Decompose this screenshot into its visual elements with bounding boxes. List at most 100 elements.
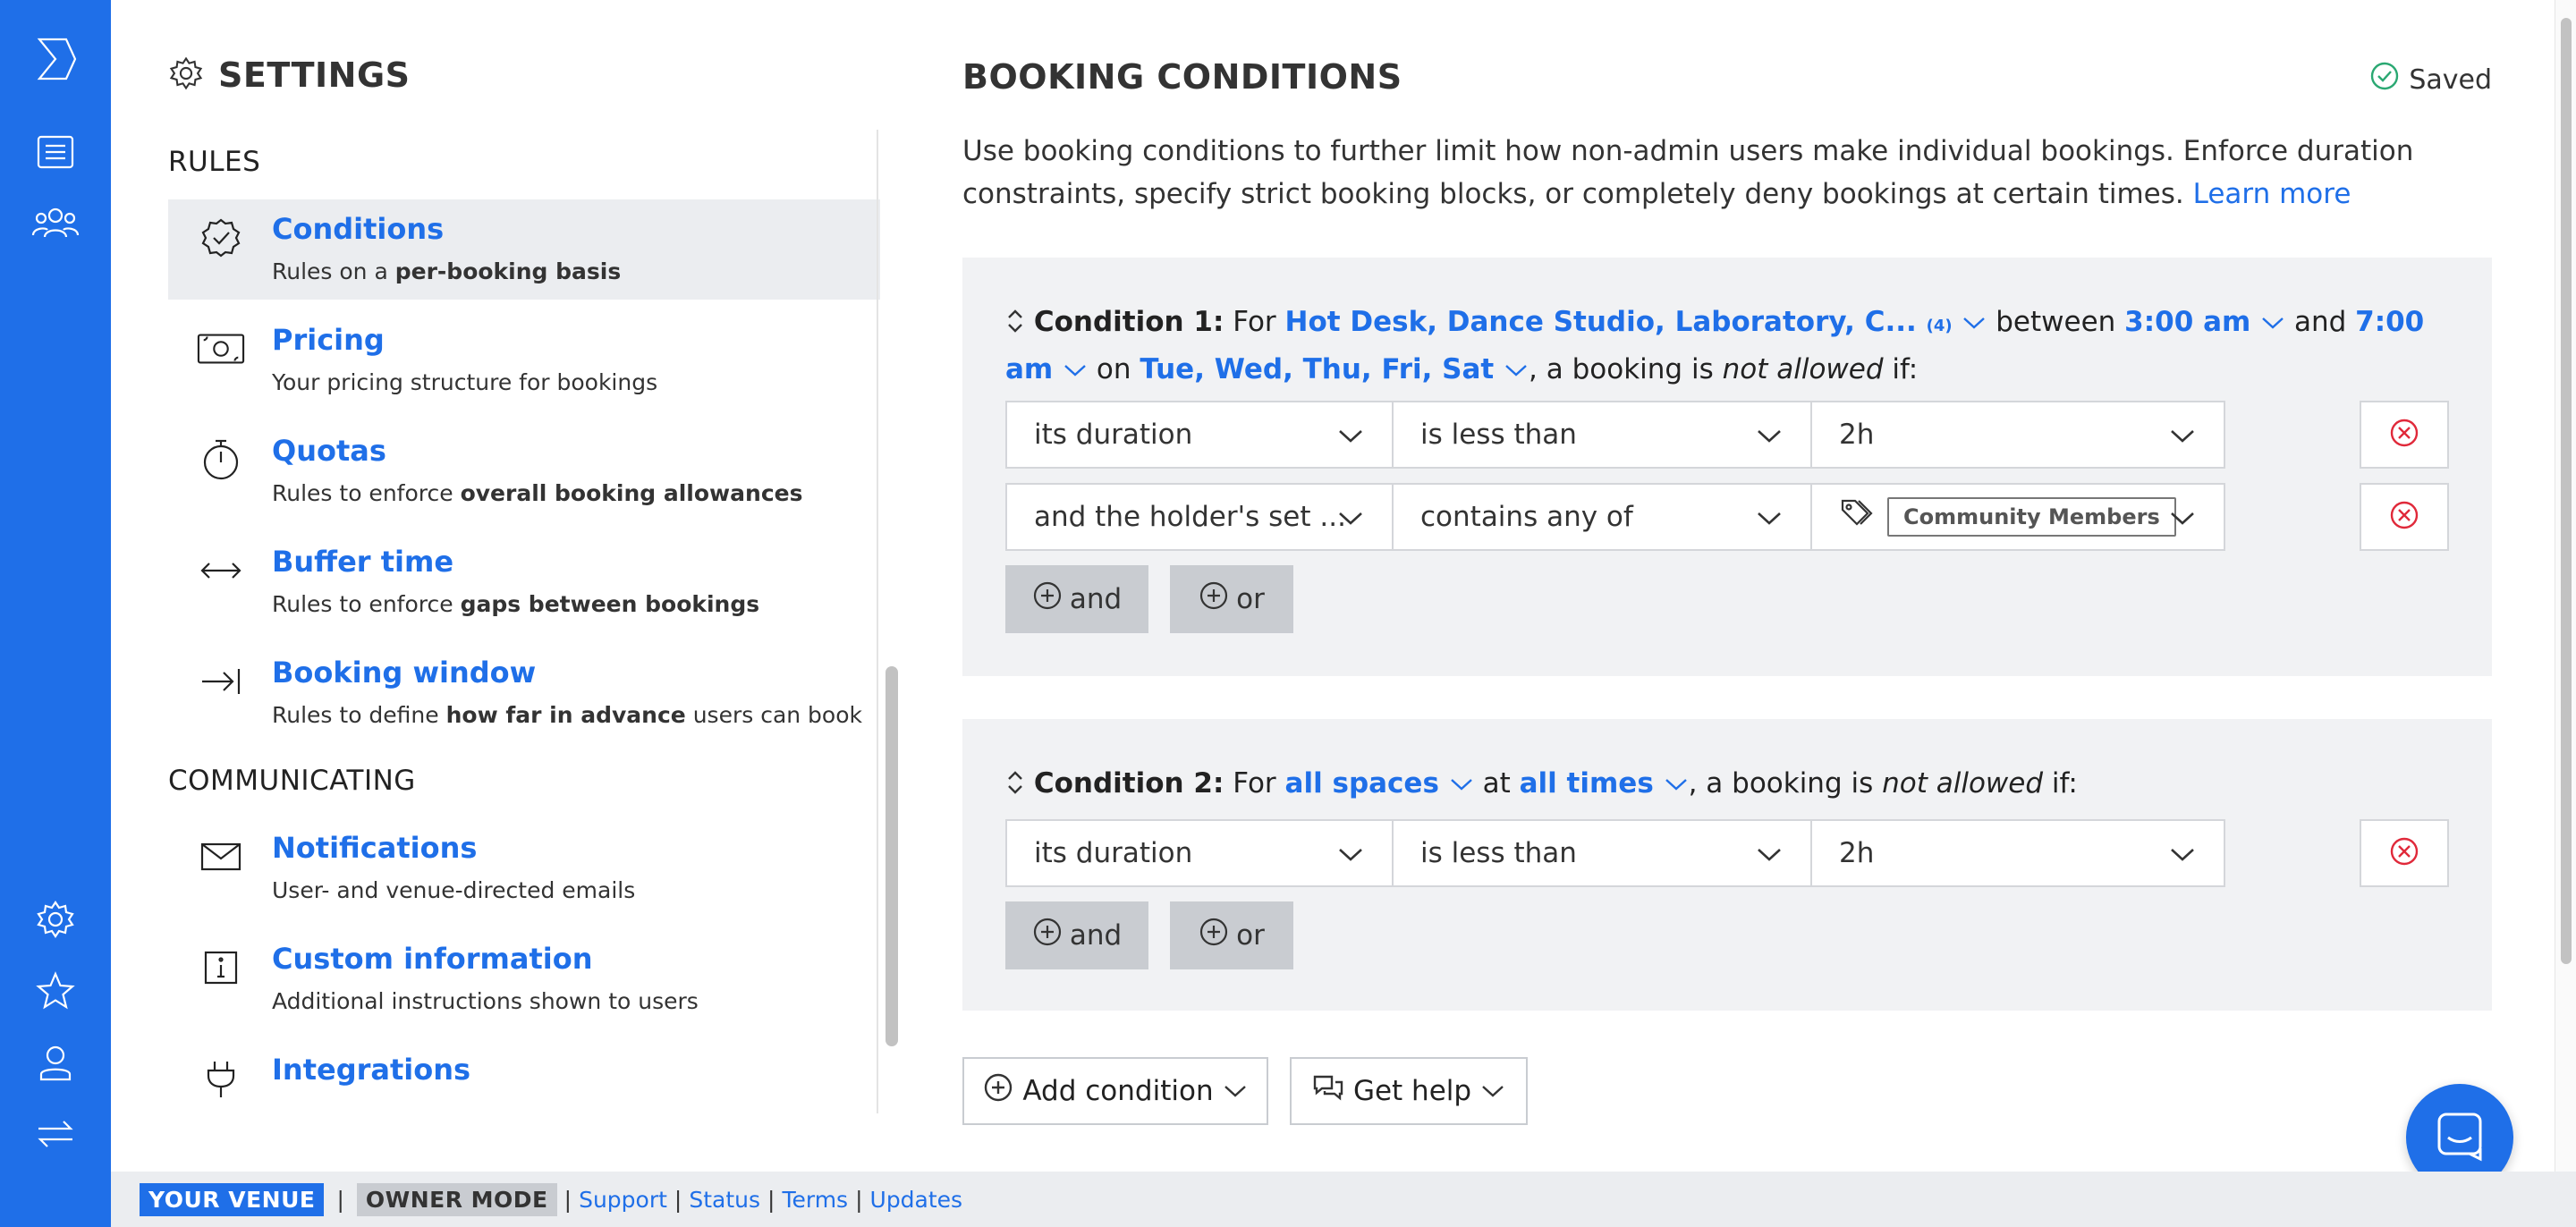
plus-circle-icon [1032,917,1063,954]
times-selector[interactable]: all times [1520,767,1689,800]
menu-item-subtitle: Rules to define how far in advance users… [272,702,862,728]
days-selector[interactable]: Tue, Wed, Thu, Fri, Sat [1140,353,1529,385]
terms-link[interactable]: Terms [782,1187,848,1213]
drag-handle-icon[interactable] [1005,767,1034,800]
menu-item-title: Conditions [272,212,445,246]
footer-bar: YOUR VENUE | OWNER MODE | Support | Stat… [111,1172,2576,1227]
menu-item-pricing[interactable]: Pricing Your pricing structure for booki… [168,310,880,410]
menu-item-subtitle: Rules to enforce gaps between bookings [272,591,760,617]
menu-item-buffer-time[interactable]: Buffer time Rules to enforce gaps betwee… [168,532,880,632]
menu-item-title: Notifications [272,831,478,865]
add-condition-button[interactable]: Add condition [962,1057,1268,1125]
mode-badge[interactable]: OWNER MODE [356,1182,557,1216]
close-circle-icon [2388,417,2420,453]
condition-header: Condition 2: For all spaces at all times… [1005,762,2454,805]
menu-item-title: Custom information [272,942,593,976]
field-select[interactable]: its duration [1005,401,1394,469]
menu-item-title: Pricing [272,323,385,357]
switch-arrows-icon[interactable] [27,1105,84,1163]
spaces-selector[interactable]: all spaces [1285,767,1474,800]
tag-value-select[interactable]: Community Members [1810,483,2225,551]
chevron-down-icon [1336,504,1365,538]
section-label-rules: RULES [168,146,261,178]
tags-icon [1839,497,1875,537]
chevron-down-icon [1480,1075,1505,1107]
operator-select[interactable]: contains any of [1392,483,1812,551]
sidebar-scrollbar[interactable] [886,666,898,1046]
users-icon[interactable] [27,195,84,252]
settings-header: SETTINGS [168,55,411,95]
plus-circle-icon [1199,580,1229,618]
chevron-down-icon [2168,422,2197,456]
menu-item-quotas[interactable]: Quotas Rules to enforce overall booking … [168,421,880,521]
add-and-button[interactable]: and [1005,901,1148,969]
close-circle-icon [2388,499,2420,535]
add-or-button[interactable]: or [1170,565,1293,633]
field-select[interactable]: and the holder's set ... [1005,483,1394,551]
drag-handle-icon[interactable] [1005,306,1034,338]
condition-card-1: Condition 1: For Hot Desk, Dance Studio,… [962,258,2492,676]
value-select[interactable]: 2h [1810,819,2225,887]
page-scrollbar-thumb[interactable] [2561,18,2572,964]
page-description: Use booking conditions to further limit … [962,135,2414,210]
learn-more-link[interactable]: Learn more [2193,178,2351,210]
remove-row-button[interactable] [2360,483,2449,551]
updates-link[interactable]: Updates [870,1187,963,1213]
chevron-down-icon [1755,422,1784,456]
close-circle-icon [2388,835,2420,871]
add-or-button[interactable]: or [1170,901,1293,969]
menu-item-title: Quotas [272,434,386,468]
menu-item-title: Booking window [272,656,537,690]
booking-conditions-panel: BOOKING CONDITIONS Saved Use booking con… [962,0,2492,1163]
value-select[interactable]: 2h [1810,401,2225,469]
envelope-icon [197,833,245,881]
page-title: BOOKING CONDITIONS [962,57,1402,97]
app-rail [0,0,111,1227]
badge-check-icon [197,214,245,262]
plus-circle-icon [1032,580,1063,618]
remove-row-button[interactable] [2360,401,2449,469]
menu-item-conditions[interactable]: Conditions Rules on a per-booking basis [168,199,880,300]
menu-item-booking-window[interactable]: Booking window Rules to define how far i… [168,643,880,743]
info-icon [197,944,245,992]
plus-circle-icon [1199,917,1229,954]
operator-select[interactable]: is less than [1392,401,1812,469]
chevron-down-icon [1336,841,1365,875]
status-link[interactable]: Status [689,1187,760,1213]
page-scrollbar[interactable] [2555,0,2576,1172]
menu-item-notifications[interactable]: Notifications User- and venue-directed e… [168,818,880,918]
chat-bubbles-icon [1312,1073,1344,1109]
tag-chip[interactable]: Community Members [1887,497,2176,537]
chat-icon [2432,1109,2487,1166]
gear-icon[interactable] [27,891,84,948]
get-help-button[interactable]: Get help [1290,1057,1528,1125]
remove-row-button[interactable] [2360,819,2449,887]
person-icon[interactable] [27,1034,84,1091]
menu-item-subtitle: Your pricing structure for bookings [272,369,658,395]
start-time-selector[interactable]: 3:00 am [2124,306,2285,338]
settings-title: SETTINGS [218,55,411,95]
menu-item-integrations[interactable]: Integrations [168,1040,880,1113]
venue-badge[interactable]: YOUR VENUE [140,1182,325,1216]
add-and-button[interactable]: and [1005,565,1148,633]
field-select[interactable]: its duration [1005,819,1394,887]
check-circle-icon [2369,61,2400,98]
logo-icon[interactable] [27,30,84,88]
menu-item-subtitle: Rules to enforce overall booking allowan… [272,480,803,506]
support-link[interactable]: Support [579,1187,667,1213]
chevron-down-icon [1755,504,1784,538]
money-icon [197,325,245,373]
spaces-selector[interactable]: Hot Desk, Dance Studio, Laboratory, C...… [1285,306,1987,338]
saved-status: Saved [2369,61,2492,98]
menu-item-custom-information[interactable]: Custom information Additional instructio… [168,929,880,1029]
star-icon[interactable] [27,962,84,1020]
condition-card-2: Condition 2: For all spaces at all times… [962,719,2492,1011]
settings-menu[interactable]: RULES Conditions Rules on a per-booking … [111,130,880,1113]
arrows-horizontal-icon [197,546,245,595]
stopwatch-icon [197,436,245,484]
saved-label: Saved [2409,63,2492,96]
chevron-down-icon [1755,841,1784,875]
condition-header: Condition 1: For Hot Desk, Dance Studio,… [1005,306,2425,385]
list-icon[interactable] [27,123,84,181]
operator-select[interactable]: is less than [1392,819,1812,887]
